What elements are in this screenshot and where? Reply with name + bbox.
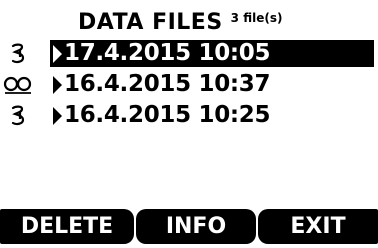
info-button[interactable]: INFO bbox=[136, 209, 256, 244]
file-entry[interactable]: 17.4.2015 10:05 bbox=[50, 40, 374, 67]
softkey-bar: DELETE INFO EXIT bbox=[0, 209, 378, 244]
header: DATA FILES 3 file(s) bbox=[78, 8, 282, 38]
logging-loop-icon bbox=[2, 69, 34, 100]
file-label: 17.4.2015 10:05 bbox=[64, 40, 271, 66]
file-entry[interactable]: 16.4.2015 10:37 bbox=[50, 71, 374, 98]
play-arrow-icon bbox=[53, 44, 62, 63]
battery-icon bbox=[2, 100, 34, 131]
file-row-selected[interactable]: 17.4.2015 10:05 bbox=[0, 38, 378, 69]
page-title: DATA FILES bbox=[78, 10, 223, 35]
battery-icon bbox=[2, 38, 34, 69]
file-row[interactable]: 16.4.2015 10:37 bbox=[0, 69, 378, 100]
data-files-screen: DATA FILES 3 file(s) 17.4.2015 10:05 16.… bbox=[0, 0, 378, 248]
delete-button[interactable]: DELETE bbox=[0, 209, 134, 244]
play-arrow-icon bbox=[53, 106, 62, 125]
play-arrow-icon bbox=[53, 75, 62, 94]
file-list: 17.4.2015 10:05 16.4.2015 10:37 16.4.201… bbox=[0, 38, 378, 131]
file-entry[interactable]: 16.4.2015 10:25 bbox=[50, 102, 374, 129]
file-label: 16.4.2015 10:37 bbox=[64, 71, 271, 97]
file-count: 3 file(s) bbox=[230, 11, 283, 25]
file-row[interactable]: 16.4.2015 10:25 bbox=[0, 100, 378, 131]
file-label: 16.4.2015 10:25 bbox=[64, 102, 271, 128]
exit-button[interactable]: EXIT bbox=[258, 209, 378, 244]
